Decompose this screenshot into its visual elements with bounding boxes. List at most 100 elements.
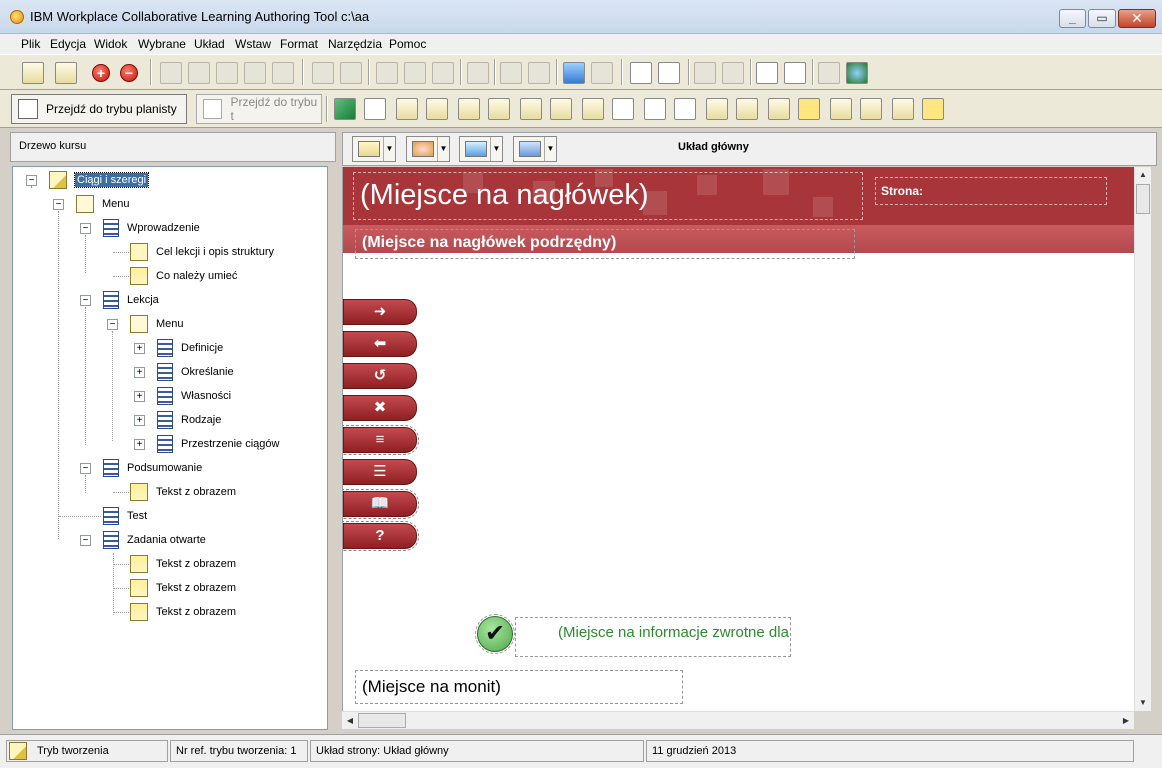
scroll-thumb[interactable]: [1136, 184, 1150, 214]
maximize-button[interactable]: ▭: [1088, 9, 1116, 28]
menu-uklad[interactable]: Układ: [194, 37, 225, 51]
tree-node-page[interactable]: Cel lekcji i opis struktury: [130, 242, 274, 262]
menu-wybrane[interactable]: Wybrane: [138, 37, 186, 51]
tree-node-lekcja[interactable]: Lekcja: [103, 290, 159, 310]
export-icon[interactable]: [784, 62, 806, 84]
tree-node-menu[interactable]: Menu: [76, 194, 130, 214]
paste-icon[interactable]: [216, 62, 238, 84]
scroll-down-icon[interactable]: ▼: [1135, 695, 1151, 711]
publish-web-icon[interactable]: [846, 62, 868, 84]
scroll-right-icon[interactable]: ▶: [1118, 713, 1134, 729]
next-button[interactable]: ➜: [343, 299, 417, 325]
link-icon[interactable]: [563, 62, 585, 84]
insert-scenario-icon[interactable]: [892, 98, 914, 120]
import-icon[interactable]: [756, 62, 778, 84]
insert-question-icon[interactable]: [830, 98, 852, 120]
menu-button[interactable]: ≡: [343, 425, 419, 455]
vertical-scrollbar[interactable]: ▲ ▼: [1134, 167, 1151, 711]
menu-format[interactable]: Format: [280, 37, 318, 51]
tree-node-okreslanie[interactable]: Określanie: [157, 362, 234, 382]
tree-node-rodzaje[interactable]: Rodzaje: [157, 410, 221, 430]
tree-node-podsumowanie[interactable]: Podsumowanie: [103, 458, 202, 478]
tree-node-zadania[interactable]: Zadania otwarte: [103, 530, 206, 550]
find-icon[interactable]: [722, 62, 744, 84]
frame-icon[interactable]: [467, 62, 489, 84]
scroll-left-icon[interactable]: ◀: [342, 713, 358, 729]
horizontal-scrollbar[interactable]: ◀ ▶: [342, 711, 1134, 729]
exit-button[interactable]: ✖: [343, 395, 417, 421]
new-course-icon[interactable]: [22, 62, 44, 84]
preview-icon[interactable]: [818, 62, 840, 84]
sound-dropdown[interactable]: ▼: [459, 136, 503, 162]
expand-toggle[interactable]: +: [134, 367, 145, 378]
bring-forward-icon[interactable]: [500, 62, 522, 84]
scroll-up-icon[interactable]: ▲: [1135, 167, 1151, 183]
add-icon[interactable]: +: [92, 64, 110, 82]
insert-text-image-icon[interactable]: [488, 98, 510, 120]
properties-icon[interactable]: [312, 62, 334, 84]
prompt-placeholder[interactable]: (Miejsce na monit): [355, 670, 683, 704]
menu-plik[interactable]: Plik: [21, 37, 40, 51]
collapse-toggle[interactable]: −: [80, 223, 91, 234]
restart-button[interactable]: ↺: [343, 363, 417, 389]
tree-node-test[interactable]: Test: [103, 506, 147, 526]
scroll-thumb[interactable]: [358, 713, 406, 728]
tree-node-page[interactable]: Tekst z obrazem: [130, 602, 236, 622]
tree-node-root[interactable]: Ciągi i szeregi: [49, 170, 150, 190]
expand-toggle[interactable]: +: [134, 391, 145, 402]
insert-menu-icon[interactable]: [396, 98, 418, 120]
tree-node-menu[interactable]: Menu: [130, 314, 184, 334]
page-canvas[interactable]: (Miejsce na nagłówek) Strona: (Miejsce n…: [342, 167, 1134, 711]
tree-node-wprowadzenie[interactable]: Wprowadzenie: [103, 218, 200, 238]
insert-checklist-icon[interactable]: [644, 98, 666, 120]
disabled-mode-button[interactable]: Przejdź do trybu t: [196, 94, 322, 124]
expand-toggle[interactable]: +: [134, 439, 145, 450]
insert-multichoice-icon[interactable]: [674, 98, 696, 120]
tree-node-przestrzenie[interactable]: Przestrzenie ciągów: [157, 434, 279, 454]
menu-pomoc[interactable]: Pomoc: [389, 37, 426, 51]
display-dropdown[interactable]: ▼: [513, 136, 557, 162]
expand-toggle[interactable]: +: [134, 415, 145, 426]
previous-button[interactable]: ⬅: [343, 331, 417, 357]
open-course-icon[interactable]: [55, 62, 77, 84]
insert-binoculars-icon[interactable]: [582, 98, 604, 120]
cut-icon[interactable]: [160, 62, 182, 84]
copy-element-icon[interactable]: [376, 62, 398, 84]
rename-icon[interactable]: [244, 62, 266, 84]
expand-toggle[interactable]: +: [134, 343, 145, 354]
delete-element-icon[interactable]: [432, 62, 454, 84]
header-placeholder[interactable]: (Miejsce na nagłówek): [353, 172, 863, 220]
menu-edycja[interactable]: Edycja: [50, 37, 86, 51]
insert-folder-icon[interactable]: [798, 98, 820, 120]
properties-all-icon[interactable]: [340, 62, 362, 84]
calendar-icon[interactable]: [694, 62, 716, 84]
insert-fill-icon[interactable]: [736, 98, 758, 120]
checkmark-icon[interactable]: ✔: [475, 614, 515, 654]
insert-topic-icon[interactable]: [334, 98, 356, 120]
collapse-toggle[interactable]: −: [26, 175, 37, 186]
insert-image-icon[interactable]: [458, 98, 480, 120]
insert-question-folder-icon[interactable]: [922, 98, 944, 120]
insert-chart-icon[interactable]: [550, 98, 572, 120]
menu-wstaw[interactable]: Wstaw: [235, 37, 271, 51]
insert-edit-icon[interactable]: [520, 98, 542, 120]
delete-icon[interactable]: [272, 62, 294, 84]
insert-quiz-icon[interactable]: [364, 98, 386, 120]
insert-hotspot-icon[interactable]: [860, 98, 882, 120]
index-button[interactable]: ☰: [343, 459, 417, 485]
tree-node-wlasnosci[interactable]: Własności: [157, 386, 231, 406]
planner-mode-button[interactable]: Przejdź do trybu planisty: [11, 94, 187, 124]
help-button[interactable]: ?: [343, 521, 419, 551]
minimize-button[interactable]: _: [1059, 9, 1086, 28]
tree-node-page[interactable]: Co należy umieć: [130, 266, 237, 286]
glossary-button[interactable]: 📖: [343, 489, 419, 519]
insert-drag-icon[interactable]: [768, 98, 790, 120]
tree-node-page[interactable]: Tekst z obrazem: [130, 578, 236, 598]
tree-node-page[interactable]: Tekst z obrazem: [130, 554, 236, 574]
close-button[interactable]: ✕: [1118, 9, 1156, 28]
insert-matching-icon[interactable]: [706, 98, 728, 120]
menu-narzedzia[interactable]: Narzędzia: [328, 37, 382, 51]
collapse-toggle[interactable]: −: [107, 319, 118, 330]
send-backward-icon[interactable]: [528, 62, 550, 84]
paste-element-icon[interactable]: [404, 62, 426, 84]
